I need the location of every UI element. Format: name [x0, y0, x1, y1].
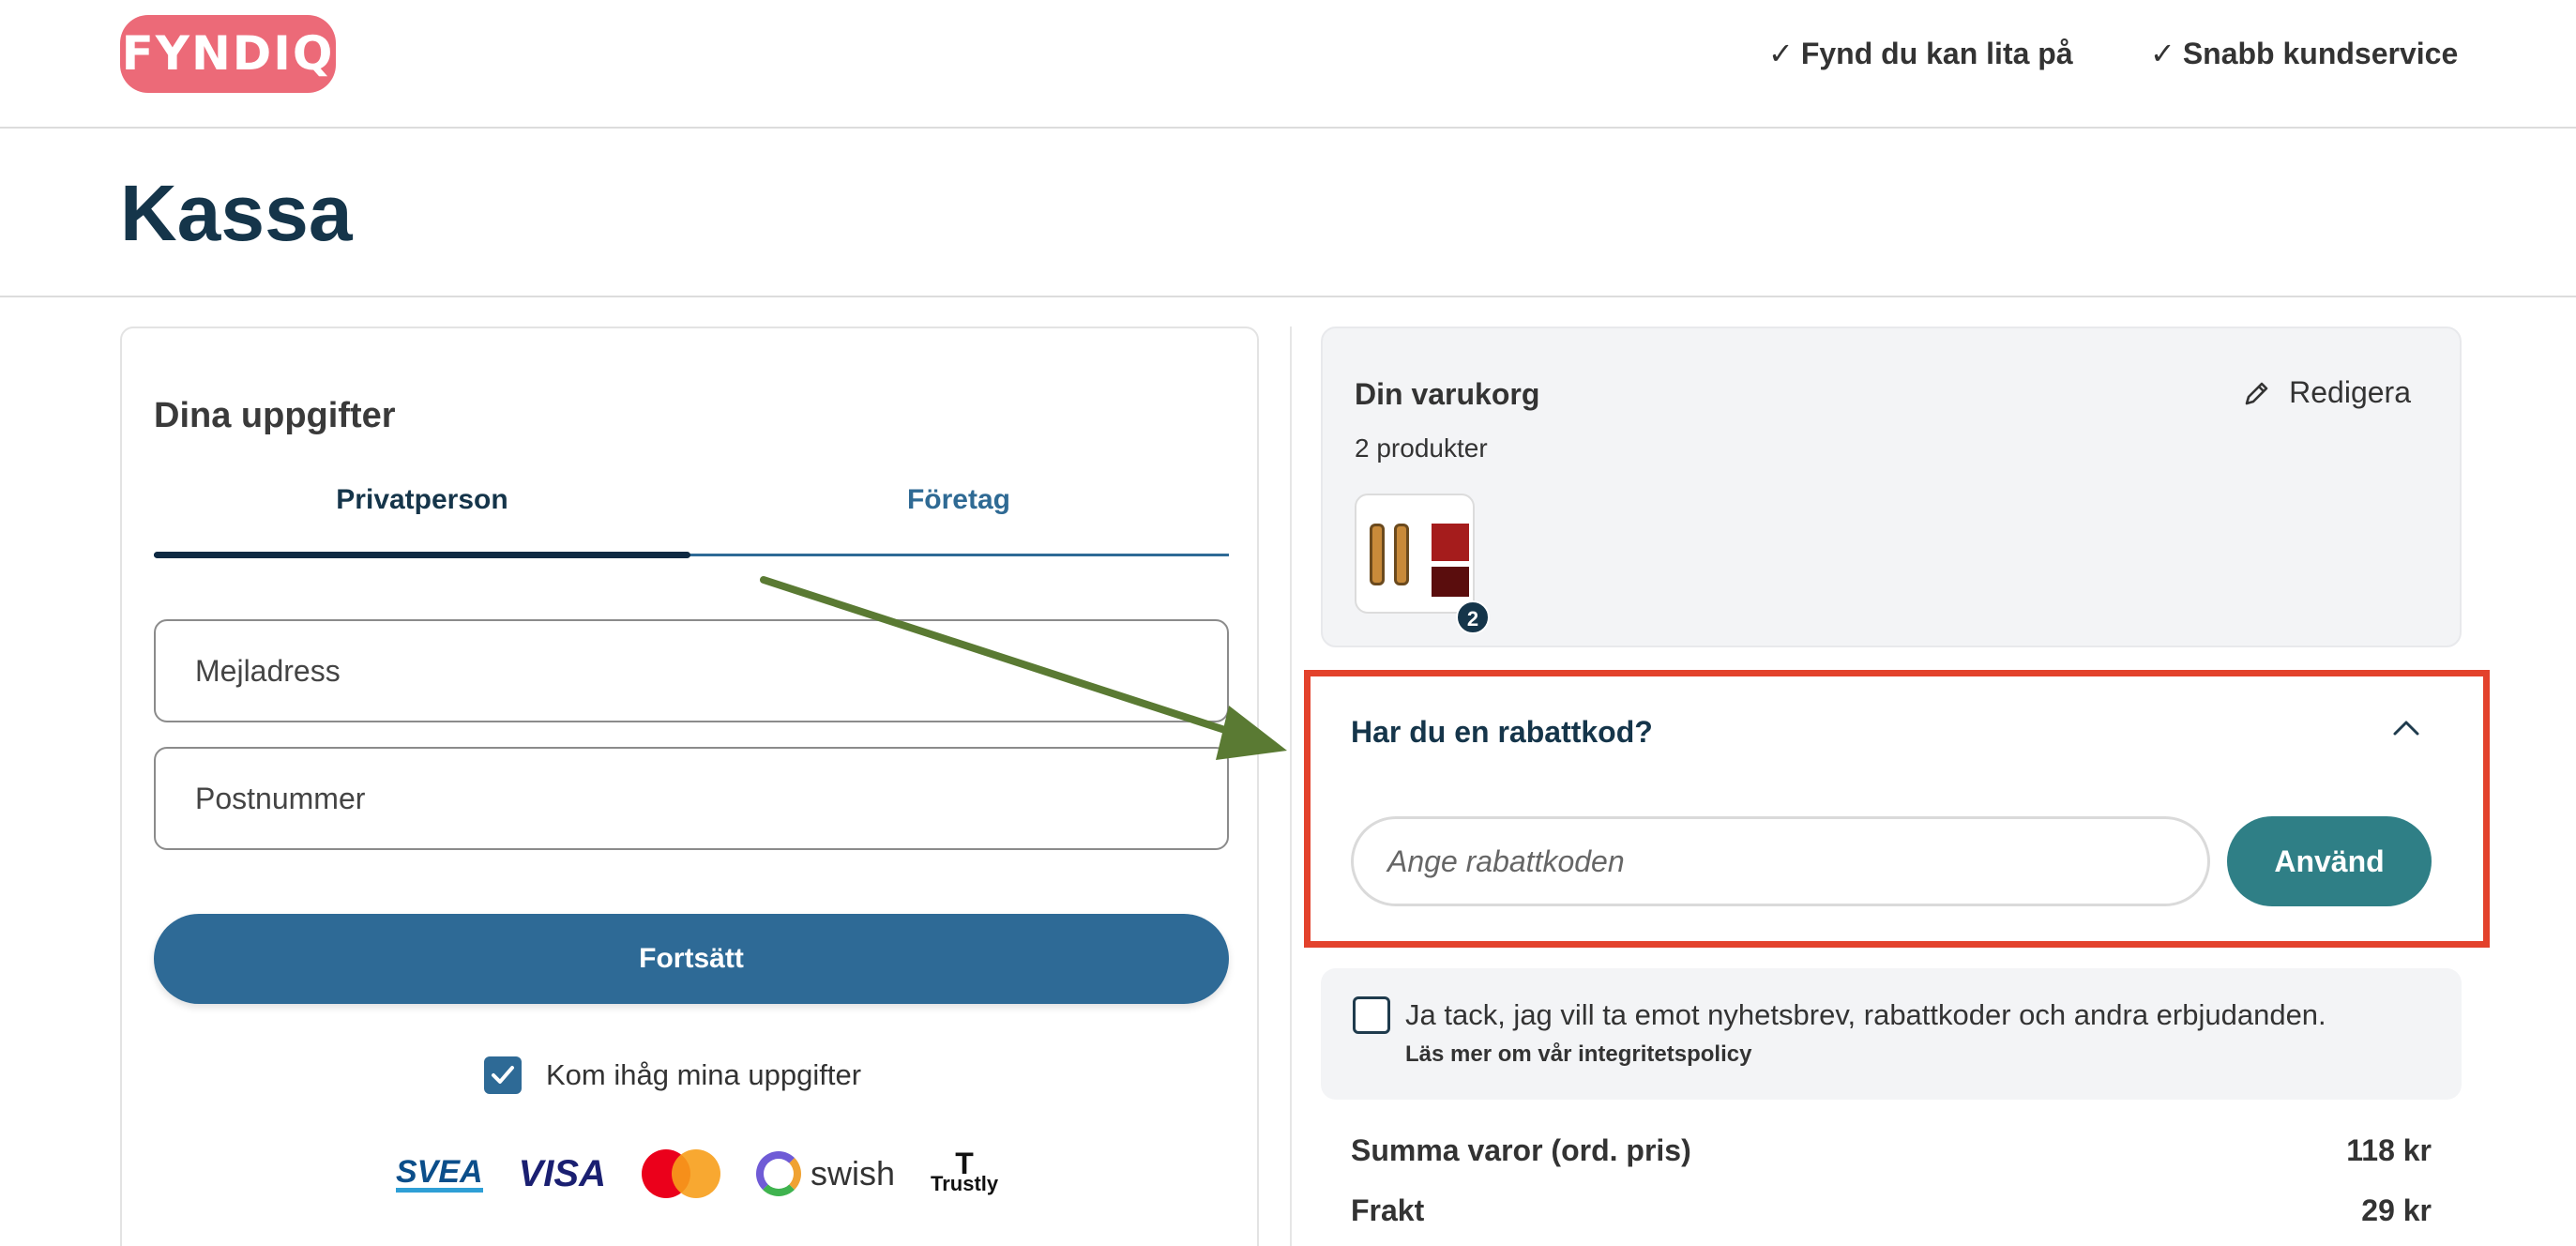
quantity-badge: 2: [1456, 600, 1490, 634]
edit-cart-label: Redigera: [2289, 375, 2411, 409]
mastercard-logo: [641, 1149, 720, 1198]
checkmark-icon: [492, 1066, 514, 1084]
visa-logo: VISA: [518, 1152, 606, 1194]
cart-summary: Din varukorg Redigera 2 produkter 2: [1321, 327, 2462, 647]
tab-company[interactable]: Företag: [690, 484, 1227, 516]
privacy-policy-link[interactable]: Läs mer om vår integritetspolicy: [1405, 1041, 1751, 1068]
usp-service: ✓ Snabb kundservice: [2150, 36, 2458, 71]
summary-row: Summa varor (ord. pris) 118 kr: [1351, 1133, 2432, 1168]
newsletter-optin: Ja tack, jag vill ta emot nyhetsbrev, ra…: [1321, 968, 2462, 1100]
payment-methods: SVEA VISA swish T Trustly: [396, 1141, 1034, 1207]
details-title: Dina uppgifter: [154, 396, 396, 435]
usp-trust: ✓ Fynd du kan lita på: [1768, 36, 2073, 71]
summary-label: Summa varor (ord. pris): [1351, 1133, 1691, 1167]
discount-code-input[interactable]: Ange rabattkoden: [1351, 816, 2210, 906]
summary-value: 29 kr: [2361, 1193, 2432, 1227]
tab-private-person[interactable]: Privatperson: [154, 484, 690, 516]
trustly-logo: T Trustly: [930, 1147, 999, 1195]
checkmark-icon: ✓: [2150, 37, 2175, 70]
page-title-bar: Kassa: [0, 129, 2576, 297]
cart-product-count: 2 produkter: [1355, 433, 1488, 463]
swish-icon: [755, 1151, 801, 1196]
customer-details-card: Dina uppgifter Privatperson Företag Mejl…: [120, 327, 1259, 1246]
continue-button[interactable]: Fortsätt: [154, 914, 1229, 1004]
summary-value: 118 kr: [2346, 1133, 2432, 1167]
newsletter-checkbox[interactable]: [1353, 996, 1390, 1034]
swish-logo: swish: [755, 1151, 895, 1196]
tab-active-indicator: [154, 552, 690, 558]
postal-code-field[interactable]: Postnummer: [154, 747, 1229, 850]
checkmark-icon: ✓: [1768, 37, 1794, 70]
discount-code-title[interactable]: Har du en rabattkod?: [1351, 715, 1653, 750]
apply-discount-button[interactable]: Använd: [2227, 816, 2432, 906]
email-field[interactable]: Mejladress: [154, 619, 1229, 722]
usp-trust-label: Fynd du kan lita på: [1800, 37, 2073, 70]
remember-label: Kom ihåg mina uppgifter: [546, 1058, 862, 1091]
edit-cart-button[interactable]: Redigera: [2242, 375, 2411, 410]
page-title: Kassa: [120, 169, 353, 257]
chevron-up-icon[interactable]: [2392, 719, 2420, 737]
newsletter-label[interactable]: Ja tack, jag vill ta emot nyhetsbrev, ra…: [1405, 998, 2326, 1032]
svea-logo: SVEA: [396, 1156, 483, 1193]
site-header: FYNDIQ ✓ Fynd du kan lita på ✓ Snabb kunds…: [0, 0, 2576, 129]
cart-title: Din varukorg: [1355, 377, 1540, 411]
pencil-icon: [2245, 382, 2268, 404]
column-divider: [1290, 327, 1292, 1246]
remember-checkbox[interactable]: [484, 1056, 522, 1094]
product-thumbnail[interactable]: [1355, 494, 1475, 614]
summary-label: Frakt: [1351, 1193, 1425, 1227]
usp-service-label: Snabb kundservice: [2182, 37, 2459, 70]
remember-details[interactable]: Kom ihåg mina uppgifter: [484, 1055, 861, 1096]
summary-row: Frakt 29 kr: [1351, 1193, 2432, 1228]
fyndiq-logo[interactable]: FYNDIQ: [120, 15, 336, 93]
